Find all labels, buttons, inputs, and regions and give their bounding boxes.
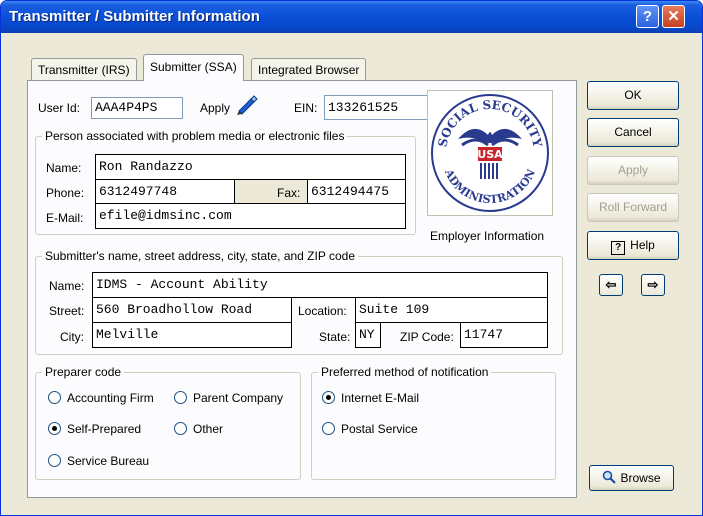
help-button[interactable]: ? Help [587, 231, 679, 260]
browse-button[interactable]: Browse [589, 465, 674, 491]
phone-label: Phone: [46, 186, 85, 200]
preparer-group: Preparer code Accounting Firm Parent Com… [35, 365, 301, 480]
radio-internet-email[interactable]: Internet E-Mail [322, 391, 419, 405]
help-icon: ? [611, 241, 626, 255]
roll-forward-button[interactable]: Roll Forward [587, 193, 679, 222]
address-name-field[interactable]: IDMS - Account Ability [92, 272, 548, 298]
seal-caption: Employer Information [430, 229, 545, 243]
person-group: Person associated with problem media or … [35, 129, 416, 235]
ssa-seal-icon: SOCIAL SECURITY ADMINISTRATION USA [431, 94, 549, 212]
location-field[interactable]: Suite 109 [355, 297, 548, 323]
ssa-seal-box[interactable]: SOCIAL SECURITY ADMINISTRATION USA [427, 90, 553, 216]
magnifier-icon [602, 468, 617, 492]
person-name-field[interactable]: Ron Randazzo [95, 154, 406, 180]
state-label: State: [319, 330, 351, 344]
radio-postal-service[interactable]: Postal Service [322, 422, 418, 436]
zip-field[interactable]: 11747 [460, 322, 548, 348]
seal-center-text: USA [477, 148, 503, 161]
dialog-window: Transmitter / Submitter Information ? ✕ … [0, 0, 703, 516]
address-group: Submitter's name, street address, city, … [35, 249, 563, 355]
preparer-group-legend: Preparer code [42, 365, 125, 379]
street-field[interactable]: 560 Broadhollow Road [92, 297, 292, 323]
apply-button[interactable]: Apply [587, 156, 679, 185]
ein-field[interactable]: 133261525 [324, 95, 428, 120]
prev-arrow-button[interactable]: ⇦ [599, 274, 623, 296]
email-field[interactable]: efile@idmsinc.com [95, 203, 406, 229]
ok-button[interactable]: OK [587, 81, 679, 110]
street-label: Street: [49, 304, 85, 318]
radio-accounting-firm[interactable]: Accounting Firm [48, 391, 154, 405]
notify-group: Preferred method of notification Interne… [311, 365, 556, 480]
city-label: City: [60, 330, 84, 344]
radio-service-bureau[interactable]: Service Bureau [48, 454, 149, 468]
location-label: Location: [298, 304, 347, 318]
radio-self-prepared[interactable]: Self-Prepared [48, 422, 141, 436]
cancel-button[interactable]: Cancel [587, 118, 679, 147]
title-close-button[interactable]: ✕ [662, 5, 685, 28]
phone-field[interactable]: 6312497748 [95, 179, 235, 204]
fax-label: Fax: [277, 186, 301, 200]
title-help-button[interactable]: ? [636, 5, 659, 28]
window-title: Transmitter / Submitter Information [9, 8, 260, 25]
address-name-label: Name: [49, 279, 85, 293]
title-bar: Transmitter / Submitter Information ? ✕ [1, 1, 702, 33]
pen-icon[interactable] [236, 95, 258, 118]
tab-integrated-browser[interactable]: Integrated Browser [251, 58, 367, 80]
ein-label: EIN: [294, 101, 318, 115]
user-id-field[interactable]: AAA4P4PS [91, 97, 183, 119]
zip-label: ZIP Code: [400, 330, 454, 344]
email-label: E-Mail: [46, 211, 84, 225]
person-group-legend: Person associated with problem media or … [42, 129, 348, 143]
radio-parent-company[interactable]: Parent Company [174, 391, 283, 405]
radio-other[interactable]: Other [174, 422, 223, 436]
tab-panel: User Id: AAA4P4PS Apply EIN: 133261525 P… [27, 80, 577, 498]
state-field[interactable]: NY [355, 322, 381, 348]
tab-transmitter-irs[interactable]: Transmitter (IRS) [31, 58, 137, 80]
address-group-legend: Submitter's name, street address, city, … [42, 249, 358, 263]
user-id-label: User Id: [38, 101, 81, 115]
city-field[interactable]: Melville [92, 322, 292, 348]
apply-label: Apply [200, 101, 231, 115]
next-arrow-button[interactable]: ⇨ [641, 274, 665, 296]
notify-group-legend: Preferred method of notification [318, 365, 492, 379]
tab-submitter-ssa[interactable]: Submitter (SSA) [143, 54, 244, 81]
person-name-label: Name: [46, 161, 82, 175]
fax-field[interactable]: 6312494475 [307, 179, 406, 204]
